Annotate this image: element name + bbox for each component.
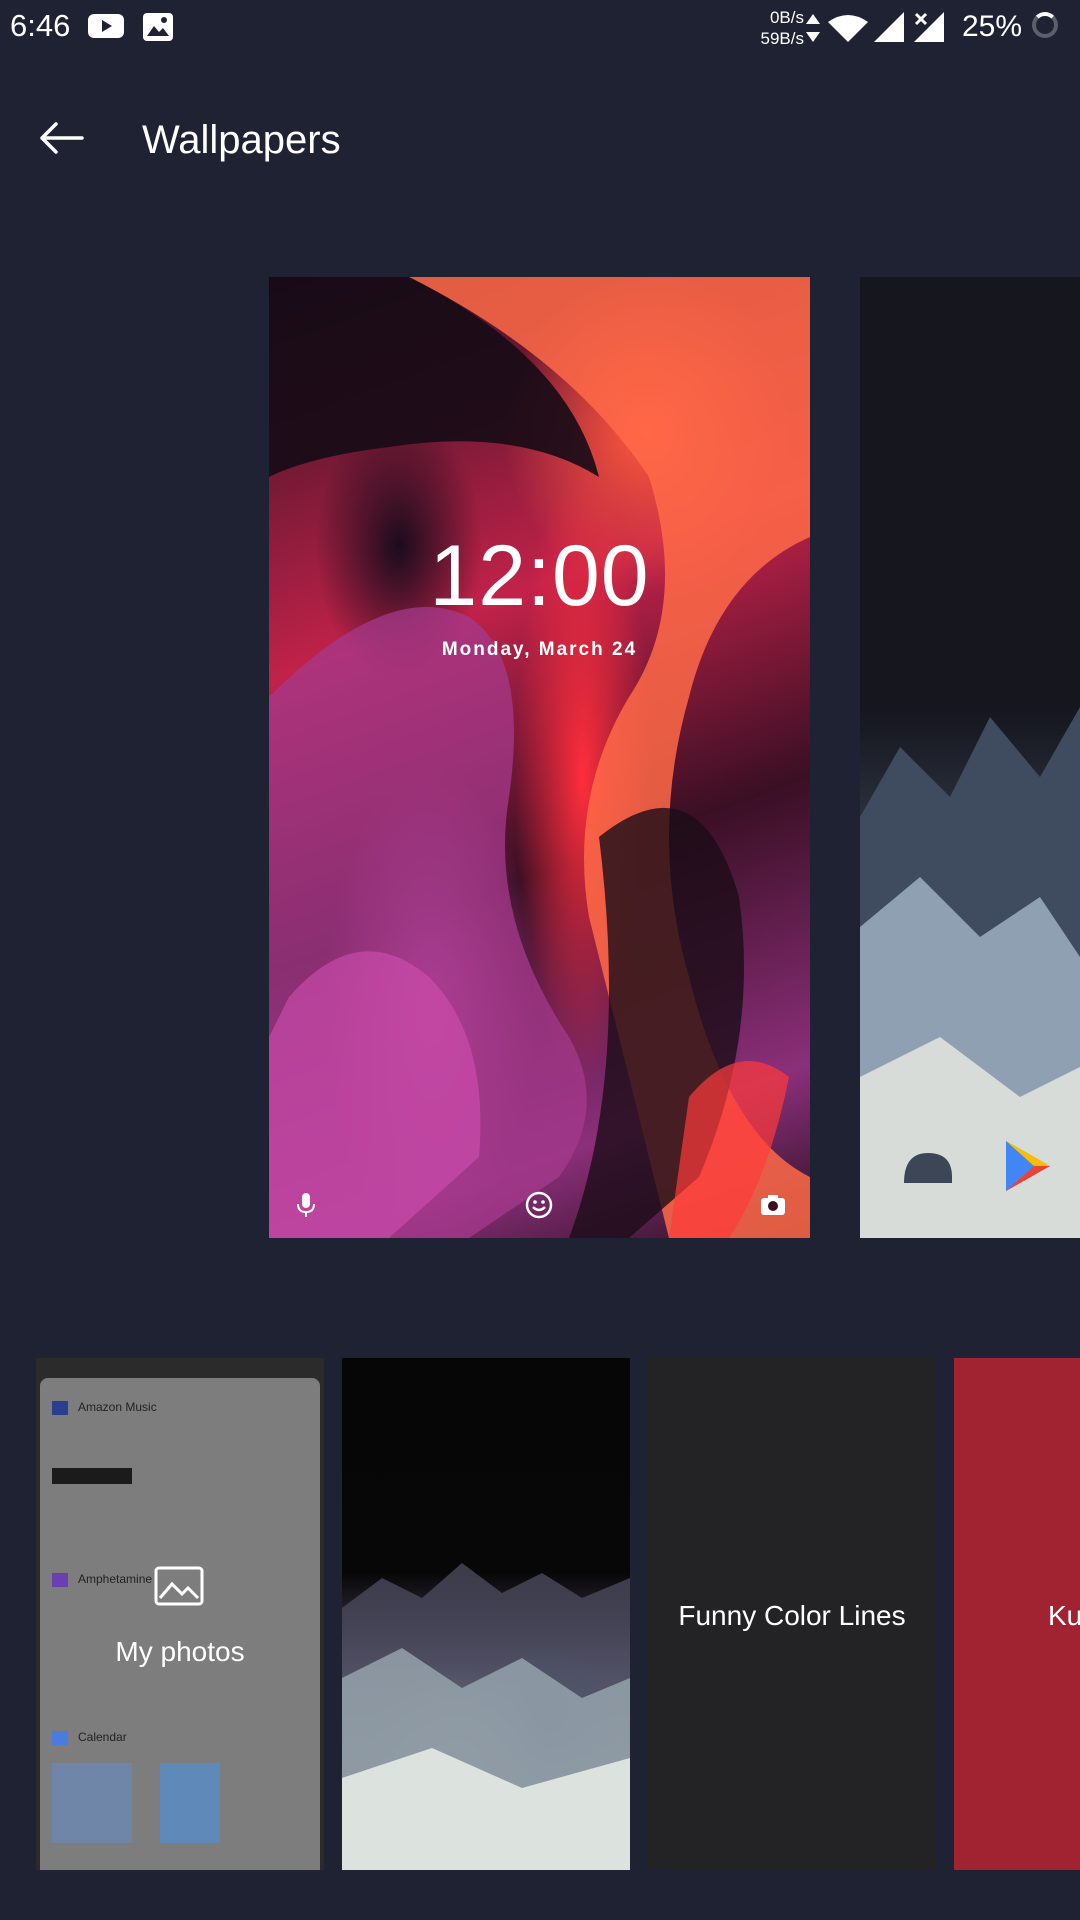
- page-title: Wallpapers: [142, 118, 341, 162]
- thumbnail-mountain[interactable]: [342, 1358, 630, 1870]
- network-speed: 0B/s 59B/s: [760, 8, 804, 48]
- mini-calendar: [52, 1763, 132, 1843]
- back-button[interactable]: [36, 118, 96, 168]
- smiley-icon: [524, 1190, 554, 1220]
- mini-screenshot: Amazon Music Amphetamine Calendar: [40, 1378, 320, 1870]
- battery-icon: [1032, 12, 1058, 38]
- youtube-icon: [88, 12, 124, 45]
- thumbnail-ku[interactable]: Ku: [954, 1358, 1080, 1870]
- app-icon: [52, 1400, 68, 1415]
- mini-calendar: [160, 1763, 220, 1843]
- wallpaper-preview-next[interactable]: [860, 277, 1080, 1238]
- gallery-icon: [142, 12, 174, 47]
- app-icon: [52, 1572, 68, 1587]
- preview-clock: 12:00: [429, 528, 650, 624]
- thumbnail-label: Ku: [1048, 1600, 1080, 1631]
- thumbnail-label: My photos: [115, 1636, 245, 1667]
- wifi-icon: [828, 14, 868, 47]
- image-icon: [154, 1566, 204, 1606]
- wallpaper-thumbnails: Amazon Music Amphetamine Calendar My pho…: [0, 1358, 1080, 1872]
- mountain-art: [342, 1563, 630, 1870]
- wallpaper-preview[interactable]: 12:00 Monday, March 24: [269, 277, 810, 1238]
- mountain-art: [860, 707, 1080, 1238]
- thumbnail-funny-color-lines[interactable]: Funny Color Lines: [648, 1358, 936, 1870]
- signal-icon: [874, 12, 904, 47]
- mini-banner: [52, 1468, 132, 1484]
- thumbnail-my-photos[interactable]: Amazon Music Amphetamine Calendar My pho…: [36, 1358, 324, 1870]
- signal-no-data-icon: [914, 12, 944, 47]
- camera-icon: [758, 1190, 788, 1220]
- wallpaper-art: [269, 277, 810, 1238]
- mic-icon: [291, 1190, 321, 1220]
- helmet-app-icon: [900, 1147, 956, 1192]
- arrow-back-icon: [40, 122, 84, 154]
- status-bar: 6:46 0B/s 59B/s 25%: [0, 0, 1080, 56]
- status-time: 6:46: [10, 8, 71, 43]
- battery-percent: 25%: [962, 10, 1023, 43]
- app-icon: [52, 1730, 68, 1745]
- thumbnail-label: Funny Color Lines: [678, 1600, 906, 1631]
- data-arrows-icon: [806, 14, 820, 47]
- play-store-icon: [1004, 1139, 1052, 1198]
- preview-date: Monday, March 24: [441, 639, 638, 660]
